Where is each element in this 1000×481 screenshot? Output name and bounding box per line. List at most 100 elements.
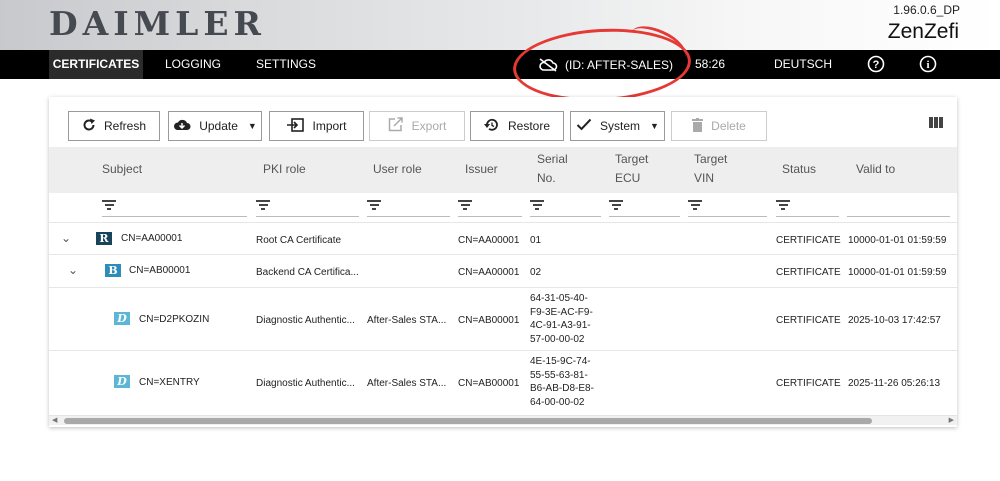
cell-user-role: After-Sales STA... bbox=[367, 315, 447, 326]
restore-icon bbox=[483, 118, 500, 135]
col-target-ecu-line1: Target bbox=[615, 152, 649, 166]
main-navbar: CERTIFICATES LOGGING SETTINGS (ID: AFTER… bbox=[0, 50, 1000, 79]
scroll-left-icon[interactable]: ◀ bbox=[52, 416, 57, 426]
delete-label: Delete bbox=[711, 119, 746, 133]
col-status[interactable]: Status bbox=[782, 160, 816, 179]
table-header: Subject PKI role User role Issuer Serial… bbox=[49, 147, 957, 193]
table-row[interactable]: D CN=XENTRY Diagnostic Authentic... Afte… bbox=[49, 350, 957, 415]
cell-subject: CN=AB00001 bbox=[129, 265, 191, 276]
refresh-button[interactable]: Refresh bbox=[68, 111, 160, 141]
filter-target-vin[interactable] bbox=[688, 198, 767, 217]
filter-user-role[interactable] bbox=[367, 198, 450, 217]
update-button[interactable]: Update ▼ bbox=[168, 111, 262, 141]
refresh-icon bbox=[82, 118, 96, 135]
help-circle-icon[interactable]: ? bbox=[864, 50, 888, 79]
cloud-download-icon bbox=[173, 118, 191, 134]
filter-valid-to[interactable] bbox=[847, 198, 950, 217]
filter-icon bbox=[688, 198, 702, 212]
export-button[interactable]: Export bbox=[369, 111, 465, 141]
col-target-ecu[interactable]: Target ECU bbox=[615, 150, 648, 188]
filter-row bbox=[49, 193, 957, 221]
filter-icon bbox=[102, 198, 116, 212]
cell-subject: CN=AA00001 bbox=[121, 233, 183, 244]
cell-status: CERTIFICATE bbox=[776, 267, 841, 278]
checkmark-icon bbox=[576, 118, 592, 134]
caret-down-icon: ▼ bbox=[247, 121, 257, 131]
filter-target-ecu[interactable] bbox=[609, 198, 680, 217]
cell-status: CERTIFICATE bbox=[776, 378, 841, 389]
cell-status: CERTIFICATE bbox=[776, 235, 841, 246]
cell-serial: 01 bbox=[530, 235, 542, 246]
update-label: Update bbox=[199, 119, 238, 133]
certificates-panel: Refresh Update ▼ Import Export Restore S… bbox=[49, 97, 957, 427]
scrollbar-thumb[interactable] bbox=[64, 418, 872, 424]
caret-down-icon: ▼ bbox=[650, 121, 659, 131]
table-row[interactable]: D CN=D2PKOZIN Diagnostic Authentic... Af… bbox=[49, 287, 957, 350]
cell-pki-role: Diagnostic Authentic... bbox=[256, 378, 355, 389]
tab-logging[interactable]: LOGGING bbox=[157, 50, 229, 79]
chevron-down-icon[interactable]: ⌄ bbox=[61, 231, 71, 245]
cell-subject: CN=XENTRY bbox=[139, 377, 200, 388]
daimler-logo: DAIMLER bbox=[49, 4, 266, 43]
col-valid-to[interactable]: Valid to bbox=[856, 160, 895, 179]
export-icon bbox=[388, 117, 404, 135]
filter-icon bbox=[256, 198, 270, 212]
col-serial-line1: Serial bbox=[537, 152, 568, 166]
cell-valid-to: 10000-01-01 01:59:59 bbox=[848, 267, 947, 278]
col-pki-role[interactable]: PKI role bbox=[263, 160, 306, 179]
col-user-role[interactable]: User role bbox=[373, 160, 422, 179]
system-button[interactable]: System ▼ bbox=[570, 111, 665, 141]
cell-pki-role: Backend CA Certifica... bbox=[256, 267, 359, 278]
info-circle-icon[interactable]: i bbox=[916, 50, 940, 79]
filter-icon bbox=[458, 198, 472, 212]
col-target-vin-line2: VIN bbox=[694, 171, 715, 185]
cell-issuer: CN=AB00001 bbox=[458, 315, 520, 326]
columns-icon[interactable] bbox=[929, 115, 943, 133]
col-serial-line2: No. bbox=[537, 171, 556, 185]
col-serial[interactable]: Serial No. bbox=[537, 150, 568, 188]
restore-button[interactable]: Restore bbox=[470, 111, 564, 141]
cell-issuer: CN=AB00001 bbox=[458, 378, 520, 389]
cell-serial: 4E-15-9C-74- 55-55-63-81- B6-AB-D8-E8- 6… bbox=[530, 355, 594, 409]
language-switch[interactable]: DEUTSCH bbox=[770, 50, 836, 79]
cell-issuer: CN=AA00001 bbox=[458, 267, 520, 278]
filter-issuer[interactable] bbox=[458, 198, 522, 217]
environment-indicator[interactable]: (ID: AFTER-SALES) bbox=[538, 50, 673, 79]
serial-line: B6-AB-D8-E8- bbox=[530, 383, 594, 394]
environment-label: (ID: AFTER-SALES) bbox=[565, 57, 674, 72]
cell-serial: 02 bbox=[530, 267, 542, 278]
table-row[interactable]: ⌄ B CN=AB00001 Backend CA Certifica... C… bbox=[49, 254, 957, 287]
trash-icon bbox=[692, 117, 704, 135]
filter-pki-role[interactable] bbox=[256, 198, 359, 217]
import-button[interactable]: Import bbox=[269, 111, 364, 141]
delete-button[interactable]: Delete bbox=[671, 111, 767, 141]
filter-serial[interactable] bbox=[530, 198, 601, 217]
serial-line: 55-55-63-81- bbox=[530, 369, 588, 381]
col-target-vin[interactable]: Target VIN bbox=[694, 150, 727, 188]
svg-text:?: ? bbox=[873, 59, 880, 71]
serial-line: 57-00-00-02 bbox=[530, 333, 585, 345]
col-subject[interactable]: Subject bbox=[102, 160, 142, 179]
cell-pki-role: Diagnostic Authentic... bbox=[256, 315, 355, 326]
horizontal-scrollbar[interactable]: ◀ ▶ bbox=[49, 415, 957, 425]
import-icon bbox=[286, 117, 305, 135]
filter-subject[interactable] bbox=[102, 198, 247, 217]
serial-line: 4E-15-9C-74- bbox=[530, 356, 591, 367]
cell-user-role: After-Sales STA... bbox=[367, 378, 447, 389]
filter-icon bbox=[776, 198, 790, 212]
col-issuer[interactable]: Issuer bbox=[465, 160, 498, 179]
cell-pki-role: Root CA Certificate bbox=[256, 235, 342, 246]
import-label: Import bbox=[312, 119, 347, 133]
filter-status[interactable] bbox=[776, 198, 839, 217]
cell-status: CERTIFICATE bbox=[776, 315, 841, 326]
chevron-down-icon[interactable]: ⌄ bbox=[68, 263, 78, 277]
filter-icon bbox=[530, 198, 544, 212]
tab-certificates[interactable]: CERTIFICATES bbox=[49, 50, 143, 79]
table-row[interactable]: ⌄ R CN=AA00001 Root CA Certificate CN=AA… bbox=[49, 222, 957, 254]
serial-line: 64-00-00-02 bbox=[530, 396, 585, 408]
scroll-right-icon[interactable]: ▶ bbox=[949, 416, 954, 426]
serial-line: 64-31-05-40- bbox=[530, 293, 588, 304]
cell-valid-to: 2025-10-03 17:42:57 bbox=[848, 315, 941, 326]
refresh-label: Refresh bbox=[103, 119, 147, 133]
tab-settings[interactable]: SETTINGS bbox=[251, 50, 321, 79]
